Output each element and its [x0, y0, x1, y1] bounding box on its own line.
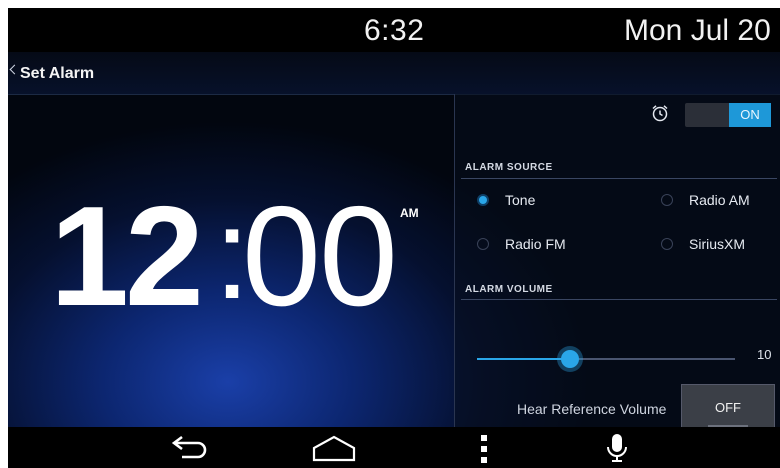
volume-slider-fill [477, 358, 570, 360]
navigation-bar [8, 427, 780, 468]
chevron-left-icon[interactable] [9, 64, 20, 75]
back-icon[interactable] [168, 433, 216, 463]
menu-icon[interactable] [474, 433, 494, 465]
am-pm-indicator[interactable]: AM [400, 206, 419, 220]
volume-value: 10 [757, 347, 772, 362]
title-bar[interactable]: Set Alarm [8, 52, 780, 95]
toggle-on-label: ON [729, 103, 771, 127]
alarm-clock-icon [652, 105, 668, 122]
alarm-settings-panel: ON ALARM SOURCE Tone Radio AM Radio FM S… [454, 94, 780, 432]
radio-label: Tone [505, 192, 536, 208]
volume-slider[interactable] [477, 350, 735, 368]
status-time: 6:32 [364, 14, 425, 47]
main-area: Set Alarm 12 : 00 AM ON ALARM SOURCE Ton… [8, 52, 780, 432]
radio-label: SiriusXM [689, 236, 746, 252]
reference-volume-label: Hear Reference Volume [517, 401, 667, 417]
radio-unselected-icon [661, 238, 673, 250]
status-bar: 6:32 Mon Jul 20 [8, 8, 780, 52]
microphone-icon[interactable] [606, 433, 628, 465]
divider [461, 178, 777, 179]
radio-selected-icon [477, 194, 489, 206]
home-icon[interactable] [310, 433, 358, 463]
radio-label: Radio AM [689, 192, 750, 208]
alarm-hours[interactable]: 12 [50, 186, 204, 328]
reference-volume-off-button[interactable]: OFF [681, 384, 775, 432]
alarm-source-label: ALARM SOURCE [465, 162, 553, 173]
off-button-label: OFF [715, 400, 741, 415]
alarm-on-toggle[interactable]: ON [685, 103, 771, 127]
radio-label: Radio FM [505, 236, 566, 252]
page-title: Set Alarm [20, 65, 95, 82]
radio-unselected-icon [477, 238, 489, 250]
screen: 6:32 Mon Jul 20 Set Alarm 12 : 00 AM ON … [8, 8, 780, 468]
divider [461, 299, 777, 300]
status-date: Mon Jul 20 [624, 14, 771, 47]
volume-slider-thumb[interactable] [560, 350, 579, 368]
alarm-minutes[interactable]: 00 [242, 186, 398, 328]
alarm-volume-label: ALARM VOLUME [465, 284, 553, 295]
radio-unselected-icon [661, 194, 673, 206]
